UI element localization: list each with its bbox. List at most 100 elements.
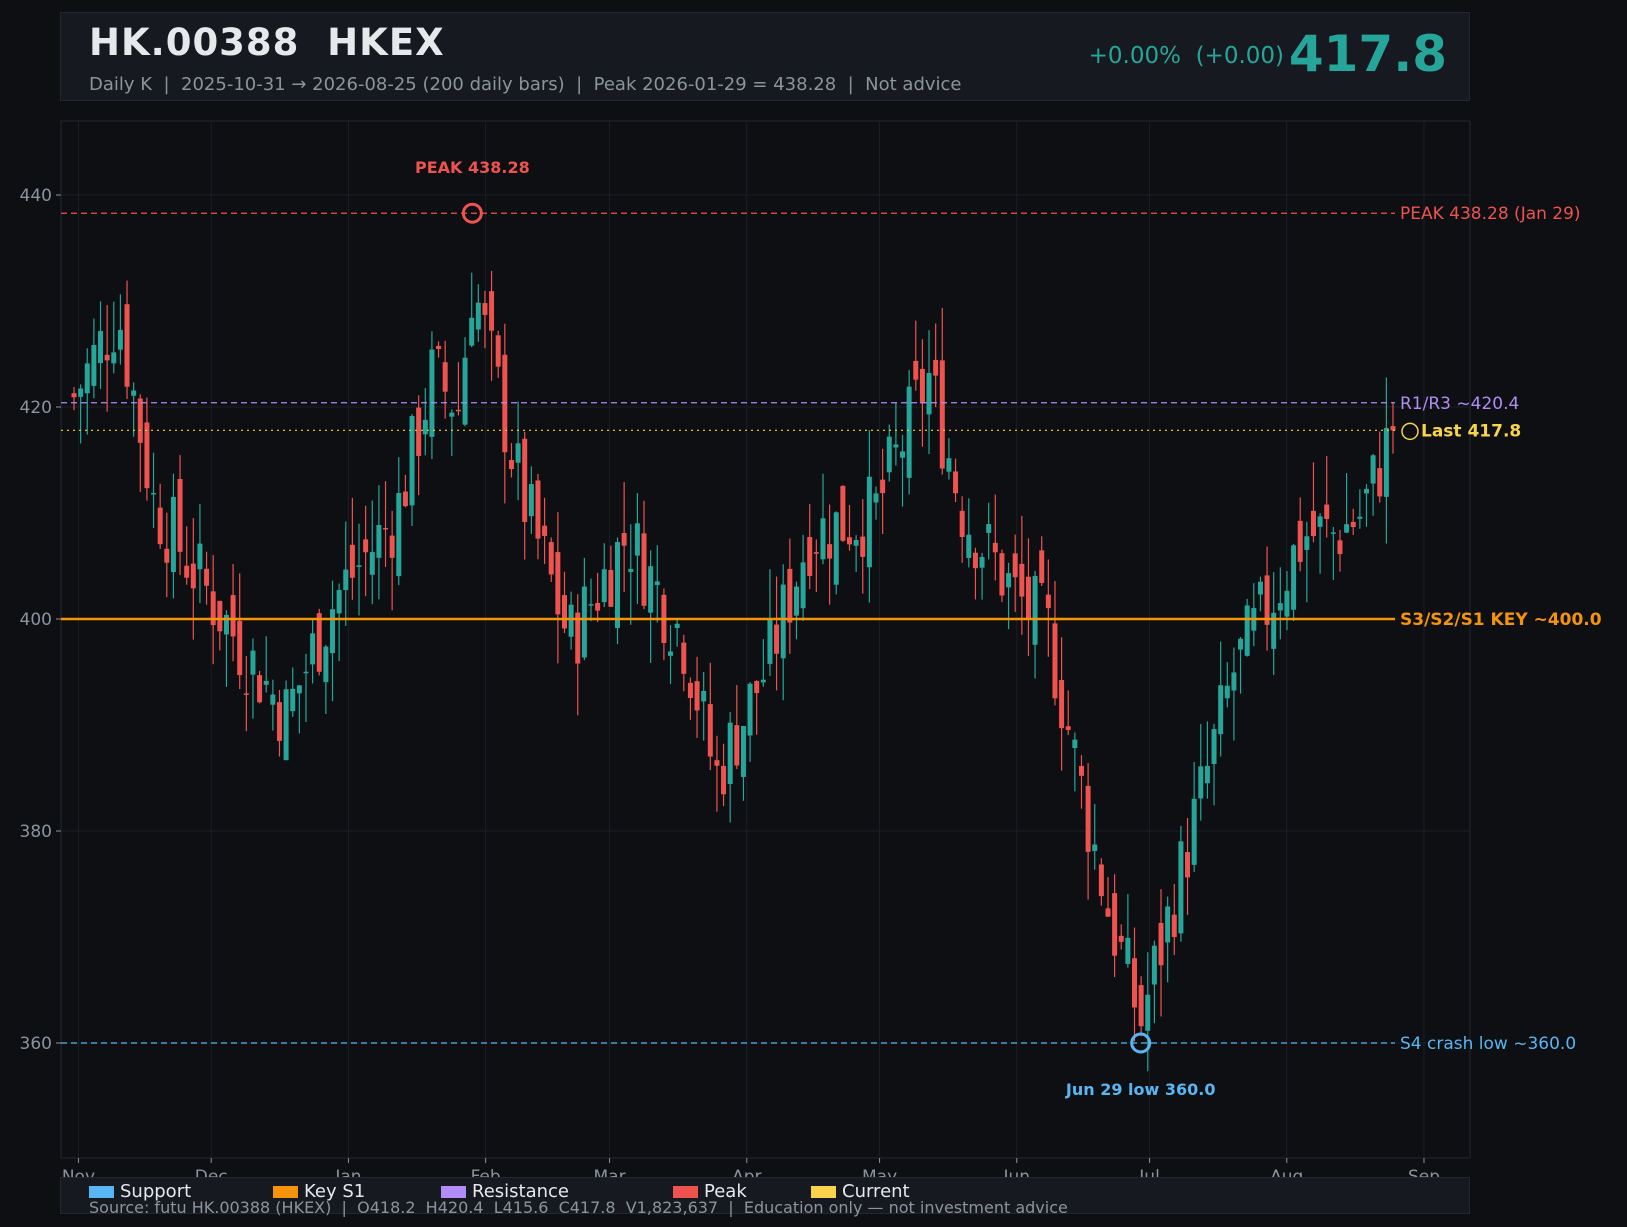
candle-body — [1231, 672, 1237, 691]
candle-body — [1238, 638, 1244, 650]
candle-body — [595, 603, 601, 611]
candle-body — [296, 685, 302, 694]
candle-body — [641, 533, 647, 606]
candle-body — [230, 595, 236, 637]
candle-body — [992, 542, 998, 553]
candle-body — [727, 722, 733, 785]
candle-body — [316, 613, 322, 672]
candle-body — [1363, 488, 1369, 494]
candle-body — [1118, 935, 1124, 942]
candle-body — [1244, 605, 1250, 656]
candle-body — [581, 586, 587, 658]
candle-body — [237, 620, 243, 676]
candle-body — [1065, 726, 1071, 731]
candle-body — [1297, 520, 1303, 562]
level-label-support: S4 crash low ~360.0 — [1400, 1034, 1576, 1054]
candle-body — [1264, 575, 1270, 625]
candle-body — [449, 412, 455, 417]
candle-body — [813, 552, 819, 554]
candle-body — [740, 725, 746, 777]
candle-body — [310, 633, 316, 665]
candle-body — [694, 681, 700, 711]
candle-body — [1383, 427, 1389, 497]
candle-body — [1284, 590, 1290, 617]
candle-body — [1112, 893, 1118, 956]
candle-body — [1178, 841, 1184, 934]
candle-body — [177, 478, 183, 552]
candle-body — [1304, 536, 1310, 550]
candle-body — [389, 535, 395, 558]
candle-body — [1198, 766, 1204, 799]
candle-body — [1330, 532, 1336, 534]
candle-body — [1072, 739, 1078, 749]
candle-body — [111, 352, 117, 364]
candle-body — [555, 552, 561, 615]
candle-body — [349, 544, 355, 578]
candle-body — [986, 524, 992, 533]
candle-body — [1059, 680, 1065, 729]
candle-body — [886, 436, 892, 473]
candle-body — [807, 537, 813, 576]
candle-body — [402, 491, 408, 507]
candle-body — [1357, 516, 1363, 519]
candle-body — [853, 539, 859, 546]
candle-body — [1171, 914, 1177, 938]
candle-body — [1151, 945, 1157, 985]
candle-body — [1138, 985, 1144, 1027]
candle-body — [833, 512, 839, 585]
candle-body — [1012, 553, 1018, 578]
y-tick-label: 380 — [20, 822, 52, 842]
candle-body — [972, 552, 978, 569]
candle-body — [668, 651, 674, 656]
candle-body — [654, 581, 660, 586]
candle-body — [846, 537, 852, 545]
candle-body — [197, 543, 203, 570]
candle-body — [522, 438, 528, 522]
candle-body — [1370, 455, 1376, 484]
candle-body — [151, 492, 157, 495]
candle-body — [588, 604, 594, 606]
candle-body — [363, 539, 369, 553]
candle-body — [1377, 468, 1383, 497]
candle-body — [966, 534, 972, 558]
candle-body — [1085, 785, 1091, 852]
candle-body — [1165, 906, 1171, 943]
candle-body — [880, 479, 886, 494]
candle-body — [1317, 516, 1323, 527]
candle-body — [615, 542, 621, 629]
candle-body — [900, 451, 906, 458]
y-tick-label: 420 — [20, 398, 52, 418]
candle-body — [184, 565, 190, 578]
candle-body — [131, 390, 137, 396]
candle-body — [721, 765, 727, 795]
level-label-peak: PEAK 438.28 (Jan 29) — [1400, 204, 1581, 224]
candle-body — [760, 679, 766, 683]
candle-body — [1039, 550, 1045, 583]
candle-body — [117, 329, 123, 350]
candle-body — [157, 507, 163, 545]
candlestick-chart: 360380400420440NovDecJanFebMarAprMayJunJ… — [20, 120, 1602, 1187]
candle-body — [1145, 994, 1151, 1031]
candle-body — [190, 563, 196, 589]
candle-body — [548, 542, 554, 575]
candle-body — [1045, 594, 1051, 609]
candle-body — [1344, 524, 1350, 533]
candle-body — [820, 518, 826, 560]
candle-body — [648, 566, 654, 613]
candle-body — [608, 569, 614, 607]
legend-swatch — [673, 1186, 698, 1198]
candle-body — [429, 349, 435, 437]
candle-body — [1218, 685, 1224, 735]
candle-body — [707, 704, 713, 757]
candle-body — [1337, 540, 1343, 555]
candle-body — [979, 556, 985, 568]
candle-body — [734, 725, 740, 766]
candle-body — [204, 568, 210, 586]
candle-body — [687, 682, 693, 698]
candle-body — [356, 565, 362, 567]
candle-body — [84, 363, 90, 394]
candle-body — [1052, 623, 1058, 699]
candle-body — [1350, 521, 1356, 528]
candle-body — [442, 362, 448, 392]
candle-body — [469, 317, 475, 346]
